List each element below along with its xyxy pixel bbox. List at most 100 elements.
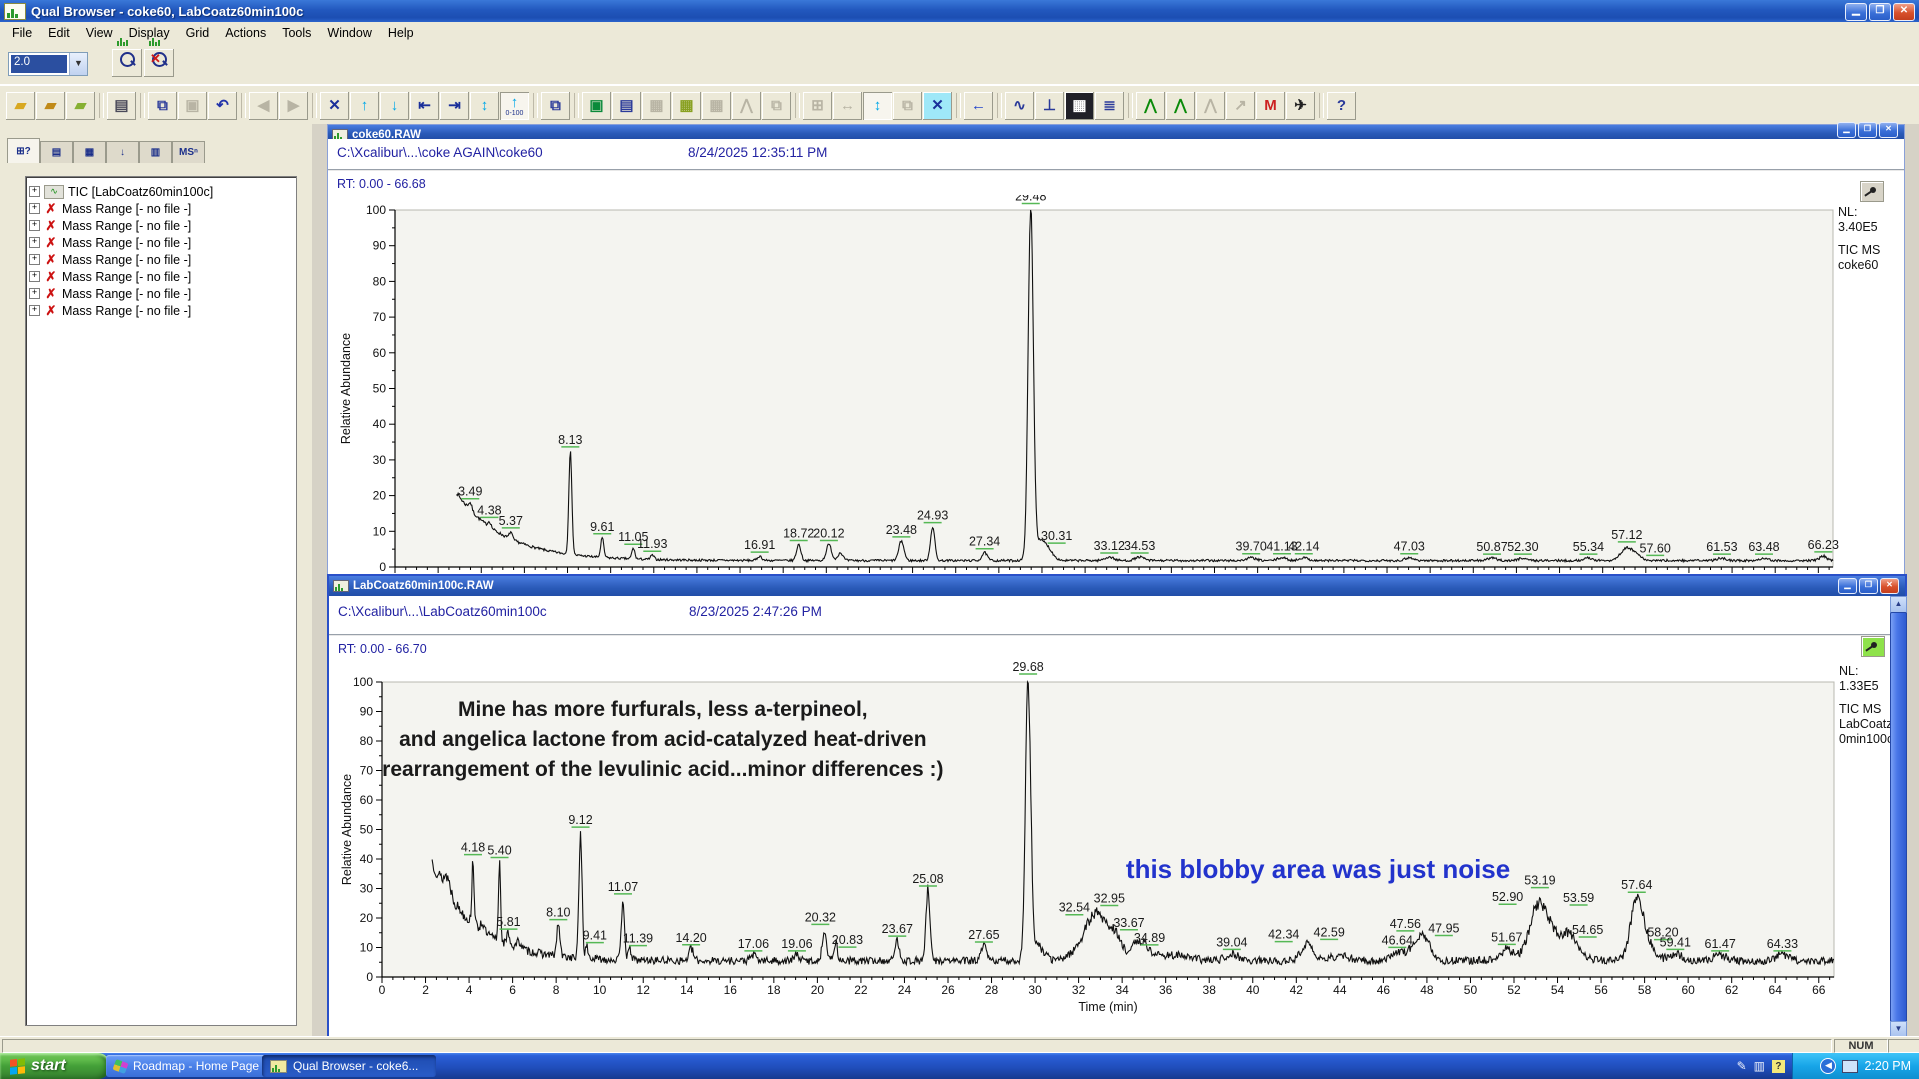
svg-text:50: 50 (373, 382, 387, 396)
zoom-reset-axes-button[interactable]: ✕ (320, 92, 349, 120)
annotate-arrow-button: ↗ (1226, 92, 1255, 120)
previous-view-button[interactable]: ← (964, 92, 993, 120)
tab-info-tree[interactable]: ⊞? (7, 138, 40, 163)
tree-item-mass-range-7[interactable]: +✗Mass Range [- no file -] (29, 302, 293, 319)
tree-expander-icon[interactable]: + (29, 203, 40, 214)
zoom-level-value[interactable]: 2.0 (11, 55, 67, 73)
tree-expander-icon[interactable]: + (29, 186, 40, 197)
open-layout-button[interactable]: ▰ (66, 92, 95, 120)
menu-item-edit[interactable]: Edit (40, 24, 78, 42)
menu-item-help[interactable]: Help (380, 24, 422, 42)
auto-range-y-button[interactable]: ↕ (470, 92, 499, 120)
zoom-in-y-button[interactable]: ↑ (350, 92, 379, 120)
print-button[interactable]: ▤ (107, 92, 136, 120)
tree-expander-icon[interactable]: + (29, 271, 40, 282)
pane-labcoatz60min100c[interactable]: LabCoatz60min100c.RAW ▁ ❐ ✕ C:\Xcalibur\… (327, 574, 1907, 1040)
scroll-up-icon[interactable]: ▲ (1890, 596, 1907, 613)
tab-map[interactable]: ▦ (73, 141, 106, 163)
tree-expander-icon[interactable]: + (29, 305, 40, 316)
zoom-out-y-button[interactable]: ↓ (380, 92, 409, 120)
peak-detect-button[interactable]: ⋀ (1136, 92, 1165, 120)
scroll-left-button[interactable]: ⇤ (410, 92, 439, 120)
tab-spectra[interactable]: ▥ (139, 141, 172, 163)
tree-expander-icon[interactable]: + (29, 220, 40, 231)
menu-item-grid[interactable]: Grid (178, 24, 218, 42)
close-button[interactable]: ✕ (1893, 3, 1915, 21)
keyboard-icon[interactable]: ▥ (1754, 1059, 1765, 1073)
taskbar-task-2[interactable]: Qual Browser - coke6... (262, 1055, 436, 1077)
tree-expander-icon[interactable]: + (29, 288, 40, 299)
scroll-right-button[interactable]: ⇥ (440, 92, 469, 120)
pane-close-button[interactable]: ✕ (1879, 125, 1898, 138)
tab-sequence[interactable]: ↓ (106, 141, 139, 163)
apply-zoom-button[interactable] (112, 49, 142, 77)
plot-tree[interactable]: +∿TIC [LabCoatz60min100c]+✗Mass Range [-… (25, 176, 297, 1026)
chromatogram-plot-labcoatz[interactable]: 0102030405060708090100024681012141618202… (337, 656, 1882, 1036)
chromatogram-view-button[interactable]: ∿ (1005, 92, 1034, 120)
tab-msn[interactable]: MSⁿ (172, 141, 205, 163)
start-button[interactable]: start (0, 1053, 110, 1079)
tree-item-mass-range-3[interactable]: +✗Mass Range [- no file -] (29, 234, 293, 251)
tree-expander-icon[interactable]: + (29, 254, 40, 265)
vertical-scrollbar[interactable]: ▲ ▼ (1890, 596, 1905, 1038)
table-view-button[interactable]: ▦ (1065, 92, 1094, 120)
chromatogram-plot-coke60[interactable]: 0102030405060708090100Relative Abundance… (336, 195, 1881, 574)
open-result-file-button[interactable]: ▰ (36, 92, 65, 120)
pane-maximize-button[interactable]: ❐ (1858, 125, 1877, 138)
help-tray-icon[interactable]: ? (1772, 1060, 1785, 1073)
cell-information-button[interactable]: ▤ (612, 92, 641, 120)
taskbar-task-1[interactable]: Roadmap - Home Page (106, 1055, 270, 1077)
display-options-button[interactable]: ▣ (582, 92, 611, 120)
pane-coke60-titlebar[interactable]: coke60.RAW ▁ ❐ ✕ (328, 125, 1904, 139)
menu-item-tools[interactable]: Tools (274, 24, 319, 42)
language-pen-icon[interactable]: ✎ (1737, 1059, 1747, 1073)
maximize-button[interactable]: ❐ (1869, 3, 1891, 21)
split-cells-button[interactable]: ▦ (672, 92, 701, 120)
svg-text:36: 36 (1159, 983, 1173, 997)
help-icon: ? (1337, 98, 1346, 113)
pin-header-icon-active[interactable] (1861, 636, 1885, 657)
exclude-airplane-button[interactable]: ✈ (1286, 92, 1315, 120)
network-icon[interactable] (1842, 1060, 1858, 1073)
reset-zoom-button[interactable]: ✕ (144, 49, 174, 77)
pane-maximize-button[interactable]: ❐ (1859, 578, 1878, 594)
undo-button[interactable]: ↶ (208, 92, 237, 120)
pane-coke60[interactable]: coke60.RAW ▁ ❐ ✕ C:\Xcalibur\...\coke AG… (327, 124, 1905, 576)
mass-marker-button[interactable]: M (1256, 92, 1285, 120)
tab-report[interactable]: ▤ (40, 141, 73, 163)
help-button[interactable]: ? (1327, 92, 1356, 120)
tree-item-mass-range-2[interactable]: +✗Mass Range [- no file -] (29, 217, 293, 234)
copy-button[interactable]: ⧉ (148, 92, 177, 120)
pane-labcoatz-titlebar[interactable]: LabCoatz60min100c.RAW ▁ ❐ ✕ (329, 576, 1905, 596)
menu-item-file[interactable]: File (4, 24, 40, 42)
spectrum-view-button[interactable]: ⊥ (1035, 92, 1064, 120)
menu-item-view[interactable]: View (78, 24, 121, 42)
scrollbar-thumb[interactable] (1890, 612, 1907, 1022)
tree-item-mass-range-5[interactable]: +✗Mass Range [- no file -] (29, 268, 293, 285)
tree-item-tic[interactable]: +∿TIC [LabCoatz60min100c] (29, 183, 293, 200)
svg-text:33.12: 33.12 (1094, 539, 1125, 553)
menu-item-actions[interactable]: Actions (217, 24, 274, 42)
zoom-level-combobox[interactable]: 2.0 ▼ (8, 52, 88, 76)
menu-item-window[interactable]: Window (319, 24, 379, 42)
combo-dropdown-icon[interactable]: ▼ (69, 53, 87, 75)
pane-minimize-button[interactable]: ▁ (1838, 578, 1857, 594)
tree-expander-icon[interactable]: + (29, 237, 40, 248)
pane-minimize-button[interactable]: ▁ (1837, 125, 1856, 138)
tree-item-mass-range-6[interactable]: +✗Mass Range [- no file -] (29, 285, 293, 302)
svg-text:24: 24 (898, 983, 912, 997)
window-arrange-button[interactable]: ⧉ (541, 92, 570, 120)
report-view-button[interactable]: ≣ (1095, 92, 1124, 120)
open-raw-file-button[interactable]: ▰ (6, 92, 35, 120)
show-hidden-icons-button[interactable]: ◀ (1820, 1058, 1836, 1074)
pane-close-button[interactable]: ✕ (1880, 578, 1899, 594)
app-titlebar[interactable]: Qual Browser - coke60, LabCoatz60min100c… (0, 0, 1919, 22)
tree-item-mass-range-4[interactable]: +✗Mass Range [- no file -] (29, 251, 293, 268)
pan-zoom-button[interactable]: ✕ (923, 92, 952, 120)
svg-text:50: 50 (1464, 983, 1478, 997)
normalize-0-100-button[interactable]: ↑0-100 (500, 92, 529, 120)
peak-integrate-button[interactable]: ⋀ (1166, 92, 1195, 120)
minimize-button[interactable]: ▁ (1845, 3, 1867, 21)
tree-item-mass-range-1[interactable]: +✗Mass Range [- no file -] (29, 200, 293, 217)
fit-height-button[interactable]: ↕ (863, 92, 892, 120)
